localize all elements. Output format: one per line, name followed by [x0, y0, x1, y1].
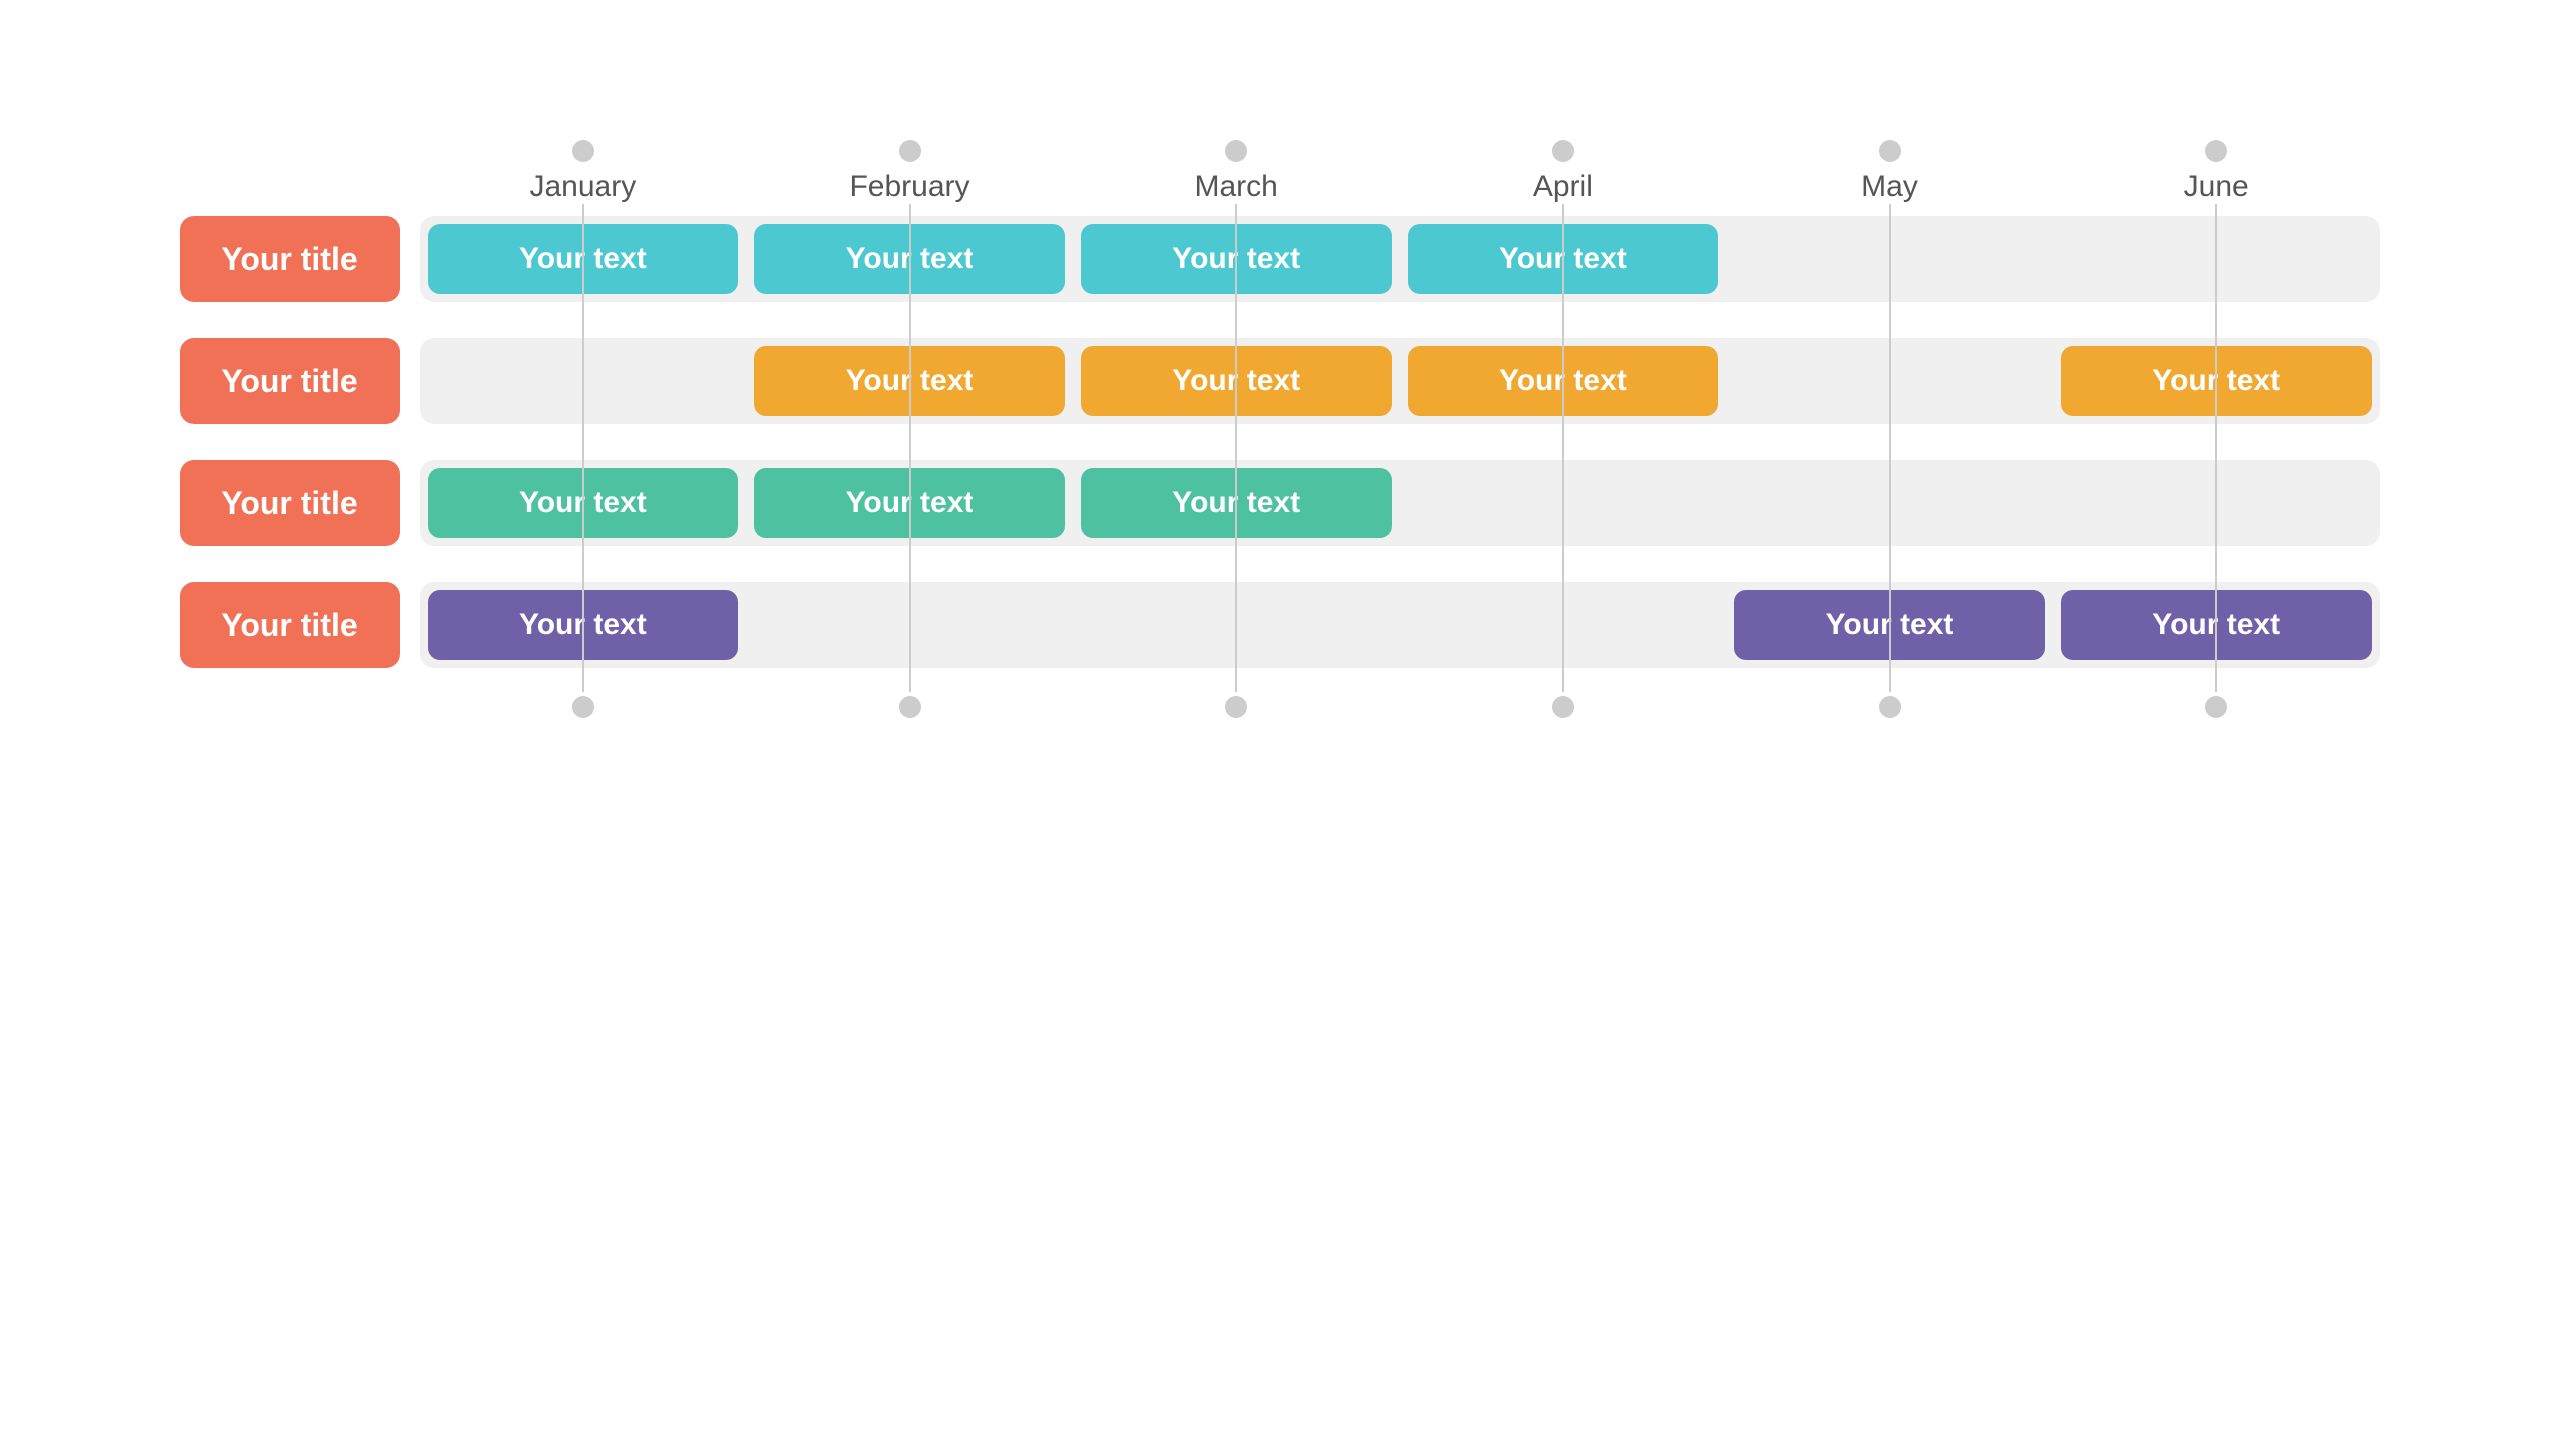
month-label-1: February	[849, 170, 969, 204]
task-block-2-0[interactable]: Your text	[428, 468, 739, 538]
track-cell-3-5: Your text	[2053, 582, 2380, 668]
track-cell-2-1: Your text	[746, 460, 1073, 546]
track-cell-2-5	[2053, 460, 2380, 546]
track-cell-3-0: Your text	[420, 582, 747, 668]
month-dot-4	[1879, 140, 1901, 162]
bottom-dot-col-1	[746, 696, 1073, 718]
bottom-dot-2	[1225, 696, 1247, 718]
month-col-0: January	[420, 140, 747, 204]
month-dot-3	[1552, 140, 1574, 162]
track-inner-3: Your textYour textYour text	[420, 582, 2380, 668]
track-cell-1-3: Your text	[1400, 338, 1727, 424]
track-cell-1-0	[420, 338, 747, 424]
track-cell-0-5	[2053, 216, 2380, 302]
task-block-3-4[interactable]: Your text	[1734, 590, 2045, 660]
task-block-0-3[interactable]: Your text	[1408, 224, 1719, 294]
track-cell-3-4: Your text	[1726, 582, 2053, 668]
month-col-5: June	[2053, 140, 2380, 204]
task-block-1-1[interactable]: Your text	[754, 346, 1065, 416]
track-cell-2-3	[1400, 460, 1727, 546]
bottom-dot-col-4	[1726, 696, 2053, 718]
month-label-5: June	[2184, 170, 2249, 204]
track-cell-3-3	[1400, 582, 1727, 668]
roadmap-row-2: Your titleYour textYour textYour text	[180, 448, 2380, 558]
month-col-1: February	[746, 140, 1073, 204]
bottom-dot-col-0	[420, 696, 747, 718]
rows-area: Your titleYour textYour textYour textYou…	[180, 204, 2380, 692]
track-cell-0-3: Your text	[1400, 216, 1727, 302]
row-label-0[interactable]: Your title	[180, 216, 400, 302]
track-cell-2-2: Your text	[1073, 460, 1400, 546]
track-cell-1-4	[1726, 338, 2053, 424]
task-block-1-5[interactable]: Your text	[2061, 346, 2372, 416]
bottom-dot-3	[1552, 696, 1574, 718]
month-dot-2	[1225, 140, 1247, 162]
bottom-dot-col-5	[2053, 696, 2380, 718]
task-block-3-5[interactable]: Your text	[2061, 590, 2372, 660]
task-block-1-3[interactable]: Your text	[1408, 346, 1719, 416]
roadmap-row-1: Your titleYour textYour textYour textYou…	[180, 326, 2380, 436]
roadmap-container: January February March April May June Yo…	[180, 140, 2380, 718]
track-cell-0-0: Your text	[420, 216, 747, 302]
row-label-1[interactable]: Your title	[180, 338, 400, 424]
task-block-0-1[interactable]: Your text	[754, 224, 1065, 294]
task-block-0-0[interactable]: Your text	[428, 224, 739, 294]
row-label-3[interactable]: Your title	[180, 582, 400, 668]
bottom-dots-row	[420, 696, 2380, 718]
months-row: January February March April May June	[420, 140, 2380, 204]
bottom-dot-col-3	[1400, 696, 1727, 718]
month-col-2: March	[1073, 140, 1400, 204]
month-label-3: April	[1533, 170, 1593, 204]
track-cell-3-1	[746, 582, 1073, 668]
track-cell-1-1: Your text	[746, 338, 1073, 424]
task-block-0-2[interactable]: Your text	[1081, 224, 1392, 294]
month-col-4: May	[1726, 140, 2053, 204]
task-block-2-2[interactable]: Your text	[1081, 468, 1392, 538]
bottom-dot-col-2	[1073, 696, 1400, 718]
row-label-2[interactable]: Your title	[180, 460, 400, 546]
row-track-3: Your textYour textYour text	[420, 582, 2380, 668]
month-dot-5	[2205, 140, 2227, 162]
row-track-2: Your textYour textYour text	[420, 460, 2380, 546]
track-cell-0-4	[1726, 216, 2053, 302]
roadmap-row-3: Your titleYour textYour textYour text	[180, 570, 2380, 680]
month-dot-0	[572, 140, 594, 162]
month-dot-1	[899, 140, 921, 162]
track-cell-1-2: Your text	[1073, 338, 1400, 424]
track-cell-1-5: Your text	[2053, 338, 2380, 424]
task-block-1-2[interactable]: Your text	[1081, 346, 1392, 416]
track-inner-1: Your textYour textYour textYour text	[420, 338, 2380, 424]
bottom-dot-5	[2205, 696, 2227, 718]
track-cell-2-4	[1726, 460, 2053, 546]
month-label-0: January	[529, 170, 636, 204]
track-cell-3-2	[1073, 582, 1400, 668]
roadmap-body: Your titleYour textYour textYour textYou…	[180, 204, 2380, 692]
track-inner-0: Your textYour textYour textYour text	[420, 216, 2380, 302]
track-cell-0-1: Your text	[746, 216, 1073, 302]
month-col-3: April	[1400, 140, 1727, 204]
month-label-2: March	[1195, 170, 1278, 204]
track-inner-2: Your textYour textYour text	[420, 460, 2380, 546]
row-track-0: Your textYour textYour textYour text	[420, 216, 2380, 302]
track-cell-2-0: Your text	[420, 460, 747, 546]
task-block-2-1[interactable]: Your text	[754, 468, 1065, 538]
roadmap-row-0: Your titleYour textYour textYour textYou…	[180, 204, 2380, 314]
month-label-4: May	[1861, 170, 1918, 204]
bottom-dot-1	[899, 696, 921, 718]
task-block-3-0[interactable]: Your text	[428, 590, 739, 660]
bottom-dot-0	[572, 696, 594, 718]
bottom-dot-4	[1879, 696, 1901, 718]
row-track-1: Your textYour textYour textYour text	[420, 338, 2380, 424]
track-cell-0-2: Your text	[1073, 216, 1400, 302]
